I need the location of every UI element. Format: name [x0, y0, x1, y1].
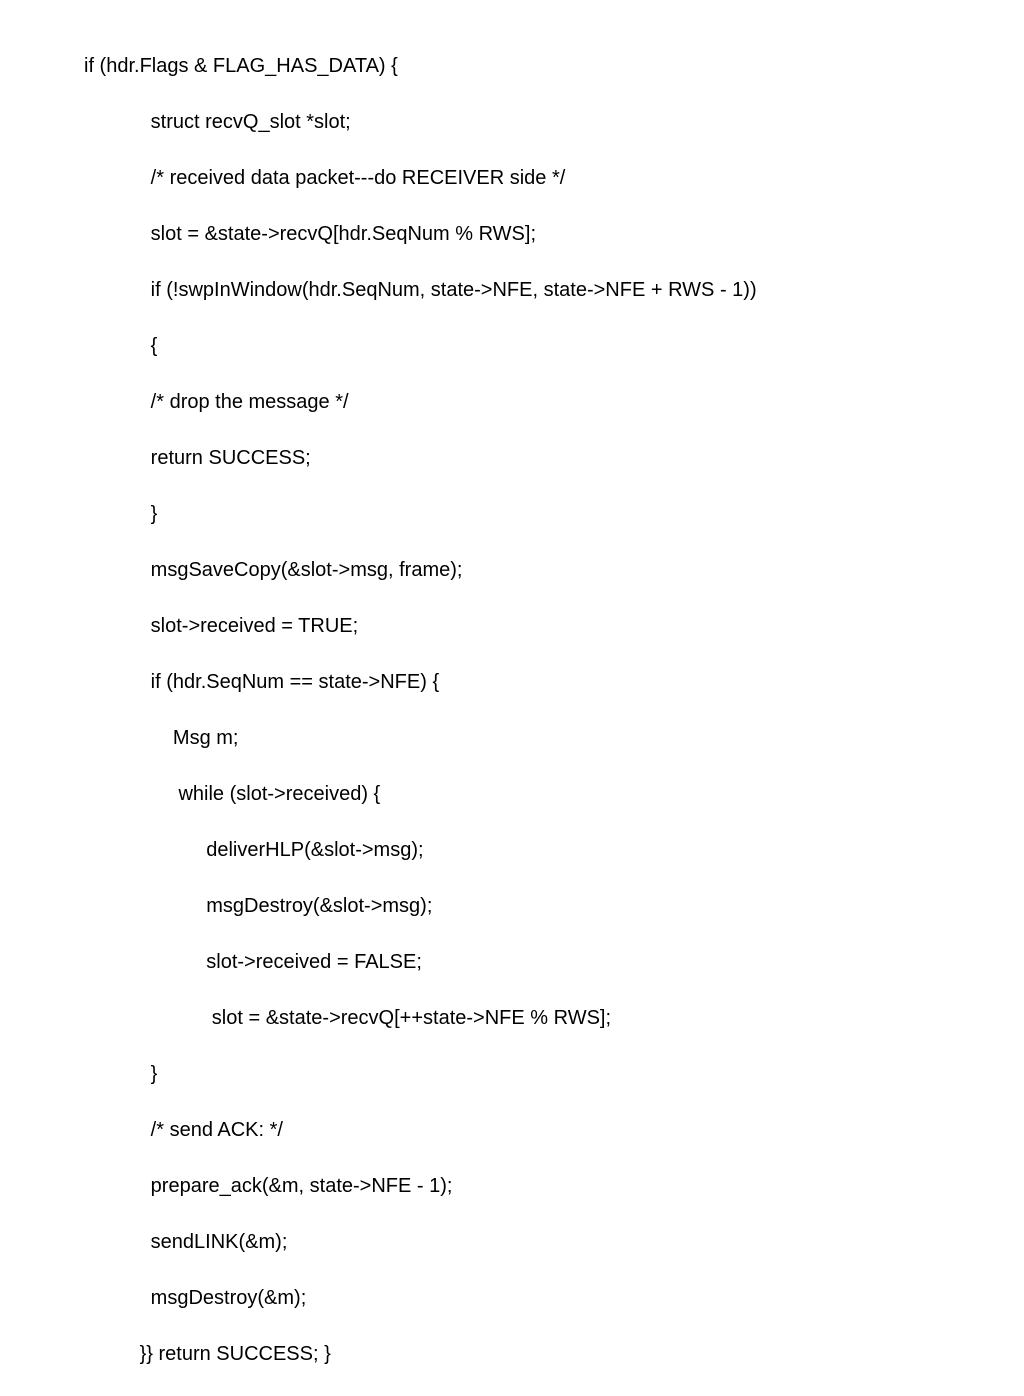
code-line: if (hdr.SeqNum == state->NFE) { — [84, 668, 1024, 696]
code-line: deliverHLP(&slot->msg); — [84, 836, 1024, 864]
code-line: msgSaveCopy(&slot->msg, frame); — [84, 556, 1024, 584]
code-line: slot->received = TRUE; — [84, 612, 1024, 640]
code-line: }} return SUCCESS; } — [84, 1340, 1024, 1368]
code-line: /* drop the message */ — [84, 388, 1024, 416]
code-line: if (hdr.Flags & FLAG_HAS_DATA) { — [84, 52, 1024, 80]
code-line: while (slot->received) { — [84, 780, 1024, 808]
code-line: sendLINK(&m); — [84, 1228, 1024, 1256]
code-line: msgDestroy(&slot->msg); — [84, 892, 1024, 920]
code-line: struct recvQ_slot *slot; — [84, 108, 1024, 136]
code-line: if (!swpInWindow(hdr.SeqNum, state->NFE,… — [84, 276, 1024, 304]
code-line: msgDestroy(&m); — [84, 1284, 1024, 1312]
code-line: prepare_ack(&m, state->NFE - 1); — [84, 1172, 1024, 1200]
code-line: Msg m; — [84, 724, 1024, 752]
code-line: { — [84, 332, 1024, 360]
code-line: /* received data packet---do RECEIVER si… — [84, 164, 1024, 192]
code-line: } — [84, 1060, 1024, 1088]
code-line: /* send ACK: */ — [84, 1116, 1024, 1144]
code-line: slot = &state->recvQ[hdr.SeqNum % RWS]; — [84, 220, 1024, 248]
code-block: if (hdr.Flags & FLAG_HAS_DATA) { struct … — [0, 0, 1024, 1396]
code-line: slot->received = FALSE; — [84, 948, 1024, 976]
code-line: return SUCCESS; — [84, 444, 1024, 472]
code-line: slot = &state->recvQ[++state->NFE % RWS]… — [84, 1004, 1024, 1032]
code-line: } — [84, 500, 1024, 528]
